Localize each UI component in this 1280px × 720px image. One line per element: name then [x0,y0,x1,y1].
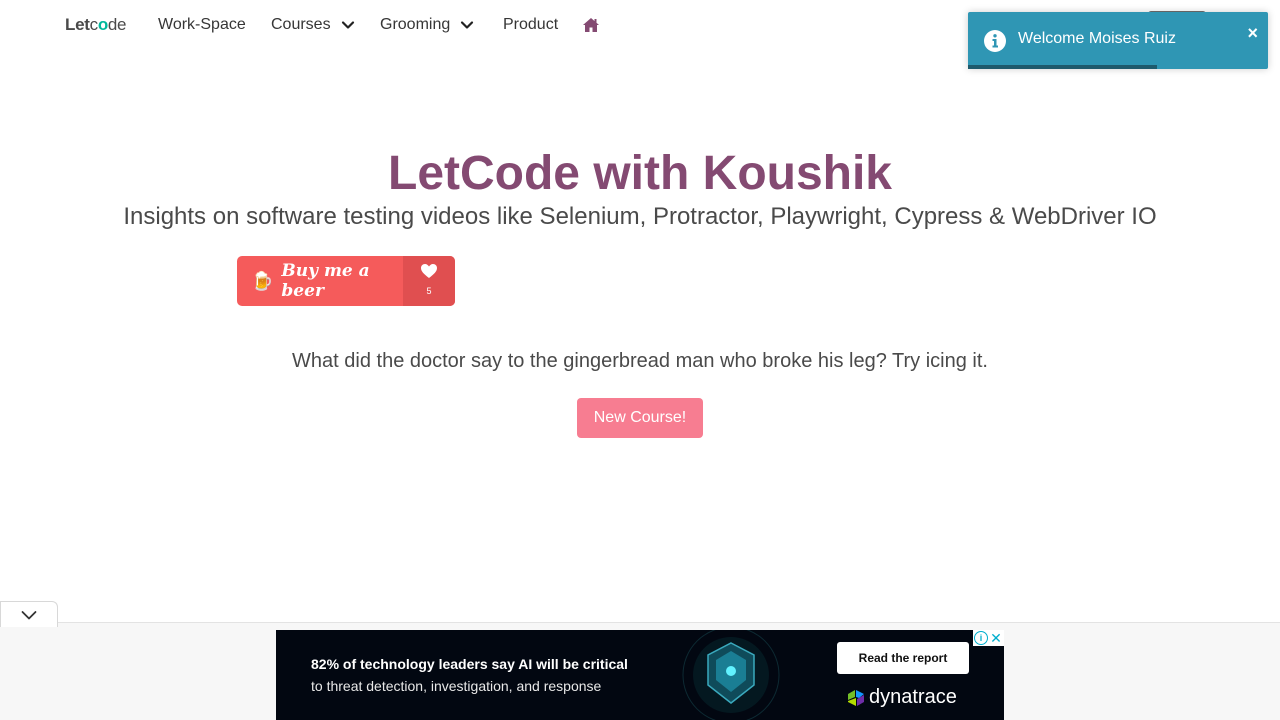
buy-me-a-beer-label-area: 🍺 Buy me a beer [237,256,403,306]
heart-icon [421,264,437,278]
nav-work-space-label: Work-Space [158,16,246,33]
dynatrace-logo-icon [848,689,864,706]
welcome-toast[interactable]: Welcome Moises Ruiz × [968,12,1268,69]
ad-subline: to threat detection, investigation, and … [311,678,602,694]
info-icon [984,30,1006,52]
buy-me-a-beer-button[interactable]: 🍺 Buy me a beer 5 [237,256,455,306]
shield-graphic-icon [682,630,780,720]
beer-count: 5 [426,286,432,296]
adchoices-info-icon[interactable]: i [974,631,988,645]
nav-grooming-label: Grooming [380,16,451,33]
beer-count-area: 5 [403,256,455,306]
toast-message: Welcome Moises Ruiz [1018,30,1176,47]
letcode-logo[interactable]: Letcode [65,15,127,35]
joke-text: What did the doctor say to the gingerbre… [292,350,988,372]
ad-collapse-toggle[interactable] [0,601,58,627]
adchoices-controls[interactable]: i ✕ [973,630,1004,646]
chevron-down-icon [461,21,474,29]
advertisement-banner[interactable]: 82% of technology leaders say AI will be… [276,630,1004,720]
nav-product[interactable]: Product [503,16,558,34]
dynatrace-logo: dynatrace [846,686,957,709]
nav-courses-label: Courses [271,16,331,33]
chevron-down-icon [341,21,354,29]
nav-work-space[interactable]: Work-Space [158,16,246,34]
ad-close-icon[interactable]: ✕ [989,630,1003,646]
page-title: LetCode with Koushik [388,147,892,200]
nav-courses-dropdown[interactable]: Courses [271,16,355,34]
nav-product-label: Product [503,16,559,33]
beer-icon: 🍺 [251,270,274,291]
page-subtitle: Insights on software testing videos like… [123,203,1157,230]
ad-headline: 82% of technology leaders say AI will be… [311,656,628,672]
nav-grooming-dropdown[interactable]: Grooming [380,16,474,34]
home-icon [583,18,599,32]
chevron-down-icon [21,611,37,620]
ad-brand-name: dynatrace [869,686,957,708]
toast-progress-bar [968,65,1157,69]
new-course-button[interactable]: New Course! [577,398,703,438]
toast-close-button[interactable]: × [1247,24,1258,42]
buy-me-a-beer-label: Buy me a beer [281,261,370,301]
read-report-button[interactable]: Read the report [837,642,969,674]
